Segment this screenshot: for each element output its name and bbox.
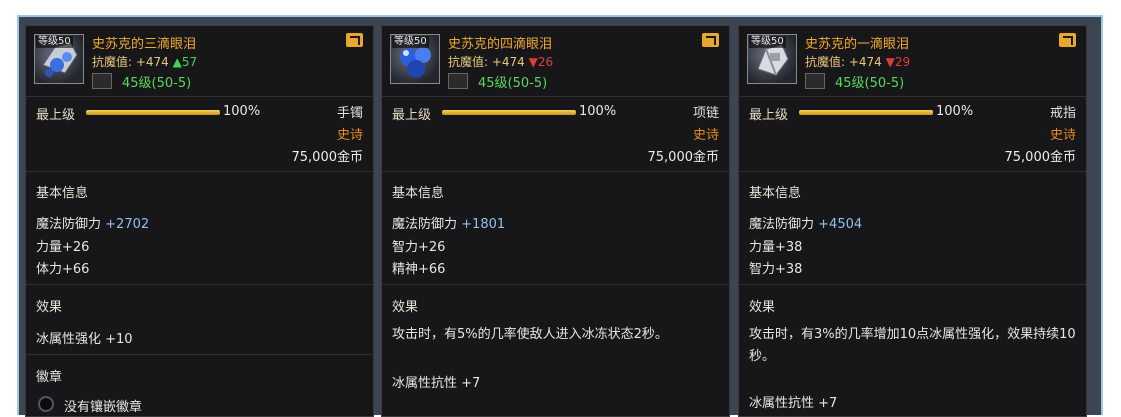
- ice-crystal-bracelet-icon: 等级50: [34, 34, 84, 84]
- effect-line: 冰属性抗性 +7: [392, 376, 481, 391]
- slot-type: 手镯: [336, 106, 363, 121]
- price: 75,000金币: [291, 150, 364, 165]
- rarity: 史诗: [336, 128, 363, 143]
- diamond-icon: [805, 73, 825, 89]
- resist-change: ▲57: [172, 55, 198, 69]
- effect-title: 效果: [749, 300, 776, 315]
- divider: [26, 96, 373, 97]
- grade-label: 最上级: [749, 108, 789, 123]
- diamond-icon: [92, 73, 112, 89]
- divider: [382, 284, 729, 285]
- price: 75,000金币: [647, 150, 720, 165]
- emblem-title: 徽章: [36, 370, 63, 385]
- divider: [26, 354, 373, 355]
- share-icon[interactable]: [702, 33, 719, 47]
- level-range: 45级(50-5): [835, 76, 905, 91]
- grade-bar: [86, 110, 220, 115]
- stat-line: 魔法防御力 +1801: [392, 217, 506, 232]
- grade-percent: 100%: [579, 104, 617, 119]
- item-tooltip-ring: 等级50 史苏克的一滴眼泪 抗魔值: +474 ▼29 45级(50-5) 最上…: [738, 25, 1087, 417]
- blue-orbs-necklace-icon: 等级50: [390, 34, 440, 84]
- divider: [739, 171, 1086, 172]
- silver-ring-icon: 等级50: [747, 34, 797, 84]
- grade-label: 最上级: [36, 108, 76, 123]
- level-range: 45级(50-5): [122, 76, 192, 91]
- rarity: 史诗: [1049, 128, 1076, 143]
- level-tag: 等级50: [392, 36, 429, 48]
- grade-label: 最上级: [392, 108, 432, 123]
- emblem-socket-icon: [38, 396, 54, 412]
- stat-line: 力量+26: [36, 240, 90, 255]
- effect-title: 效果: [36, 300, 63, 315]
- item-tooltip-necklace: 等级50 史苏克的四滴眼泪 抗魔值: +474 ▼26 45级(50-5) 最上…: [381, 25, 730, 417]
- basic-info-title: 基本信息: [392, 186, 445, 201]
- stat-line: 智力+26: [392, 240, 446, 255]
- stat-line: 魔法防御力 +2702: [36, 217, 150, 232]
- grade-bar-fill: [442, 110, 576, 115]
- grade-bar-fill: [86, 110, 220, 115]
- stat-line: 力量+38: [749, 240, 803, 255]
- divider: [382, 96, 729, 97]
- effect-line: 攻击时，有5%的几率使敌人进入冰冻状态2秒。: [392, 327, 668, 342]
- slot-type: 戒指: [1049, 106, 1076, 121]
- grade-bar: [442, 110, 576, 115]
- stat-line: 魔法防御力 +4504: [749, 217, 863, 232]
- share-icon[interactable]: [1059, 33, 1076, 47]
- level-tag: 等级50: [749, 36, 786, 48]
- resist-value: 抗魔值: +474 ▼29: [805, 55, 911, 69]
- share-icon[interactable]: [346, 33, 363, 47]
- stat-line: 精神+66: [392, 262, 446, 277]
- item-name: 史苏克的三滴眼泪: [92, 37, 197, 52]
- effect-line: 攻击时，有3%的几率增加10点冰属性强化，效果持续10秒。: [749, 327, 1076, 364]
- item-tooltip-bracelet: 等级50 史苏克的三滴眼泪 抗魔值: +474 ▲57 45级(50-5) 最上…: [25, 25, 374, 417]
- grade-bar: [799, 110, 933, 115]
- diamond-icon: [448, 73, 468, 89]
- grade-bar-fill: [799, 110, 933, 115]
- resist-change: ▼26: [528, 55, 554, 69]
- item-name: 史苏克的四滴眼泪: [448, 37, 553, 52]
- divider: [26, 284, 373, 285]
- effect-line: 冰属性抗性 +7: [749, 396, 838, 411]
- stat-line: 智力+38: [749, 262, 803, 277]
- divider: [739, 284, 1086, 285]
- level-range: 45级(50-5): [478, 76, 548, 91]
- resist-value: 抗魔值: +474 ▼26: [448, 55, 554, 69]
- level-tag: 等级50: [36, 36, 73, 48]
- stat-line: 体力+66: [36, 262, 90, 277]
- rarity: 史诗: [692, 128, 719, 143]
- resist-value: 抗魔值: +474 ▲57: [92, 55, 198, 69]
- effect-line: 冰属性强化 +10: [36, 332, 133, 347]
- slot-type: 项链: [692, 106, 719, 121]
- divider: [382, 171, 729, 172]
- comparison-frame: 等级50 史苏克的三滴眼泪 抗魔值: +474 ▲57 45级(50-5) 最上…: [17, 15, 1103, 417]
- basic-info-title: 基本信息: [749, 186, 802, 201]
- divider: [26, 171, 373, 172]
- grade-percent: 100%: [223, 104, 261, 119]
- item-name: 史苏克的一滴眼泪: [805, 37, 910, 52]
- basic-info-title: 基本信息: [36, 186, 89, 201]
- emblem-text: 没有镶嵌徽章: [64, 400, 143, 415]
- effect-title: 效果: [392, 300, 419, 315]
- resist-change: ▼29: [885, 55, 911, 69]
- price: 75,000金币: [1004, 150, 1077, 165]
- divider: [739, 96, 1086, 97]
- grade-percent: 100%: [936, 104, 974, 119]
